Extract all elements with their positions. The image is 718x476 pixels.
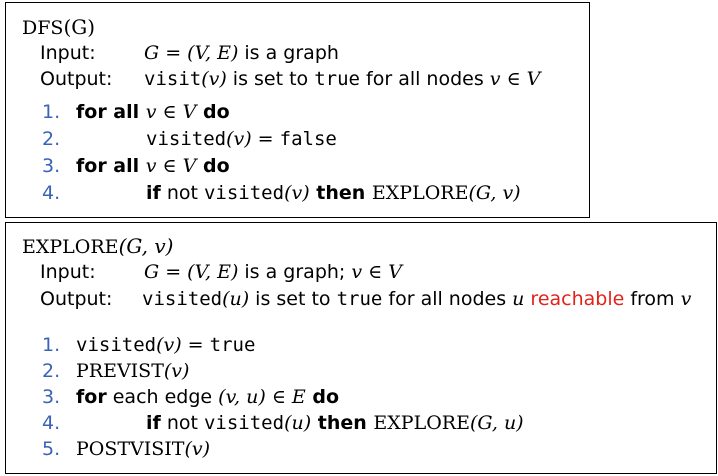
dfs-output-text: visit(v) is set to true for all nodes v … xyxy=(144,67,540,91)
explore-input-math: G = (V, E) xyxy=(144,261,239,283)
explore-output-value: true xyxy=(336,288,383,310)
step-not: not xyxy=(160,182,204,204)
explore-input-text: G = (V, E) is a graph; v ∈ V xyxy=(144,260,402,284)
explore-output-from: from xyxy=(624,288,681,310)
explore-output-highlight: reachable xyxy=(530,288,625,310)
dfs-input-label: Input: xyxy=(40,42,96,64)
step-call: visited xyxy=(76,334,157,356)
keyword: do xyxy=(196,155,230,177)
explore-step-3: for each edge (v, u) ∈ E do xyxy=(76,385,339,409)
step-arg: (v) xyxy=(226,128,252,150)
dfs-input-math: G = (V, E) xyxy=(144,42,239,64)
explore-step-4: if not visited(u) then EXPLORE(G, u) xyxy=(146,411,524,435)
step-call: visited xyxy=(146,128,227,150)
dfs-step-number: 3. xyxy=(42,155,61,177)
keyword: for all xyxy=(76,155,146,177)
dfs-step-2: visited(v) = false xyxy=(146,127,337,151)
step-math: (v, u) ∈ E xyxy=(218,386,306,408)
step-proc: EXPLORE xyxy=(373,412,470,434)
dfs-input-text: G = (V, E) is a graph xyxy=(144,41,339,65)
explore-input-label: Input: xyxy=(40,261,96,283)
dfs-output-call: visit xyxy=(144,68,202,90)
keyword: if xyxy=(146,182,161,204)
step-not: not xyxy=(160,412,204,434)
explore-output-u: u xyxy=(512,288,525,310)
step-proc: PREVIST xyxy=(76,360,164,382)
step-proc: EXPLORE xyxy=(371,182,469,204)
explore-input-row: Input: xyxy=(40,260,96,284)
explore-step-5: POSTVISIT(v) xyxy=(76,437,210,461)
dfs-output-row: Output: xyxy=(40,67,112,91)
explore-title: EXPLORE(G, v) xyxy=(22,234,173,259)
explore-step-number: 3. xyxy=(42,386,61,408)
dfs-step-3: for all v ∈ V do xyxy=(76,154,230,178)
keyword: for xyxy=(76,386,107,408)
dfs-output-mid: is set to xyxy=(226,68,315,90)
step-procarg: (v) xyxy=(184,438,211,460)
step-call: visited xyxy=(203,412,285,434)
explore-step-number: 1. xyxy=(42,334,61,356)
explore-output-row: Output: xyxy=(40,287,112,311)
explore-output-call: visited xyxy=(142,288,223,310)
step-math: v ∈ V xyxy=(145,101,197,123)
step-procarg: (G, u) xyxy=(469,412,524,434)
dfs-step-1: for all v ∈ V do xyxy=(76,100,230,124)
step-math: v ∈ V xyxy=(145,155,197,177)
explore-output-text: visited(u) is set to true for all nodes … xyxy=(142,287,691,311)
dfs-step-number: 4. xyxy=(42,182,61,204)
dfs-output-arg: (v) xyxy=(201,68,227,90)
step-value: false xyxy=(279,128,337,150)
dfs-input-rest: is a graph xyxy=(238,42,339,64)
step-arg: (v) xyxy=(284,182,310,204)
step-eq: = xyxy=(251,128,280,150)
step-arg: (u) xyxy=(284,412,312,434)
step-arg: (v) xyxy=(156,334,182,356)
dfs-param: (G) xyxy=(63,15,96,39)
explore-input-math2: v ∈ V xyxy=(351,261,402,283)
step-value: true xyxy=(209,334,256,356)
dfs-algorithm-box: DFS(G) Input: G = (V, E) is a graph Outp… xyxy=(5,2,590,218)
explore-algorithm-box: EXPLORE(G, v) Input: G = (V, E) is a gra… xyxy=(5,222,717,474)
dfs-step-number: 1. xyxy=(42,101,61,123)
keyword: do xyxy=(305,386,340,408)
explore-output-arg: (u) xyxy=(222,288,250,310)
dfs-output-value: true xyxy=(314,68,360,90)
dfs-output-rest: for all nodes xyxy=(359,68,490,90)
explore-name: EXPLORE xyxy=(22,236,119,258)
explore-step-2: PREVIST(v) xyxy=(76,359,189,383)
keyword: for all xyxy=(76,101,146,123)
keyword: do xyxy=(196,101,230,123)
keyword: if xyxy=(146,412,161,434)
keyword: then xyxy=(311,412,374,434)
step-procarg: (v) xyxy=(163,360,190,382)
explore-param: (G, v) xyxy=(118,234,174,258)
explore-step-number: 2. xyxy=(42,360,61,382)
dfs-title: DFS(G) xyxy=(22,15,95,40)
explore-step-1: visited(v) = true xyxy=(76,333,255,357)
step-text: each edge xyxy=(106,386,219,408)
dfs-output-label: Output: xyxy=(40,68,113,90)
step-proc: POSTVISIT xyxy=(76,438,185,460)
explore-output-v: v xyxy=(680,288,692,310)
explore-output-label: Output: xyxy=(40,288,113,310)
step-eq: = xyxy=(181,334,210,356)
dfs-step-4: if not visited(v) then EXPLORE(G, v) xyxy=(146,181,521,205)
step-procarg: (G, v) xyxy=(468,182,521,204)
step-call: visited xyxy=(203,182,285,204)
dfs-step-number: 2. xyxy=(42,128,61,150)
explore-step-number: 5. xyxy=(42,438,61,460)
dfs-input-row: Input: xyxy=(40,41,96,65)
explore-output-mid: is set to xyxy=(249,288,337,310)
dfs-name: DFS xyxy=(22,17,64,39)
explore-step-number: 4. xyxy=(42,412,61,434)
explore-input-rest: is a graph; xyxy=(238,261,352,283)
explore-output-rest: for all nodes xyxy=(382,288,513,310)
keyword: then xyxy=(309,182,372,204)
dfs-output-math: v ∈ V xyxy=(489,68,541,90)
